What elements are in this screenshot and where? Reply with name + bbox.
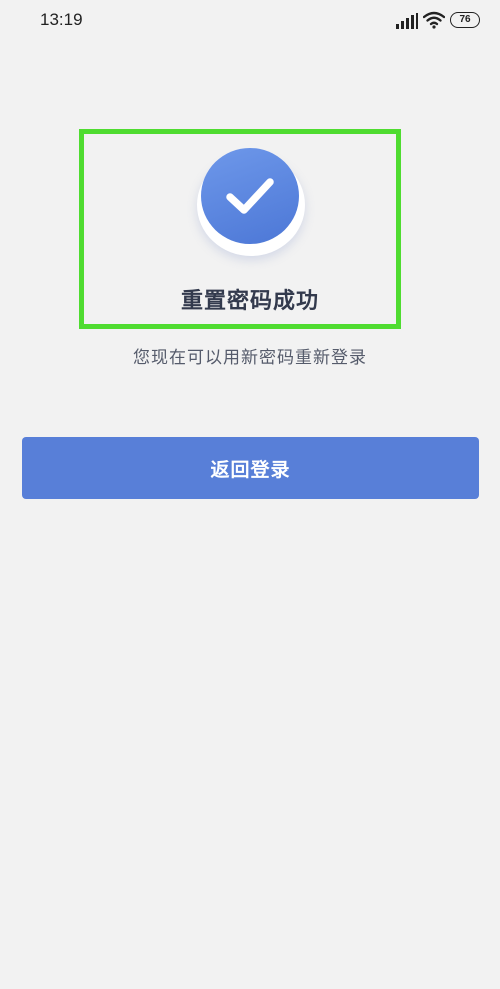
status-bar: 13:19 76 [0, 0, 500, 44]
battery-level: 76 [459, 14, 471, 25]
status-time: 13:19 [40, 10, 83, 29]
wifi-icon [423, 11, 445, 29]
success-badge [195, 148, 307, 256]
check-icon [226, 178, 274, 214]
signal-icon [396, 13, 418, 29]
back-to-login-button[interactable]: 返回登录 [22, 437, 479, 499]
battery-icon: 76 [450, 12, 480, 28]
page-title: 重置密码成功 [180, 289, 319, 314]
page-subtitle: 您现在可以用新密码重新登录 [133, 348, 367, 368]
